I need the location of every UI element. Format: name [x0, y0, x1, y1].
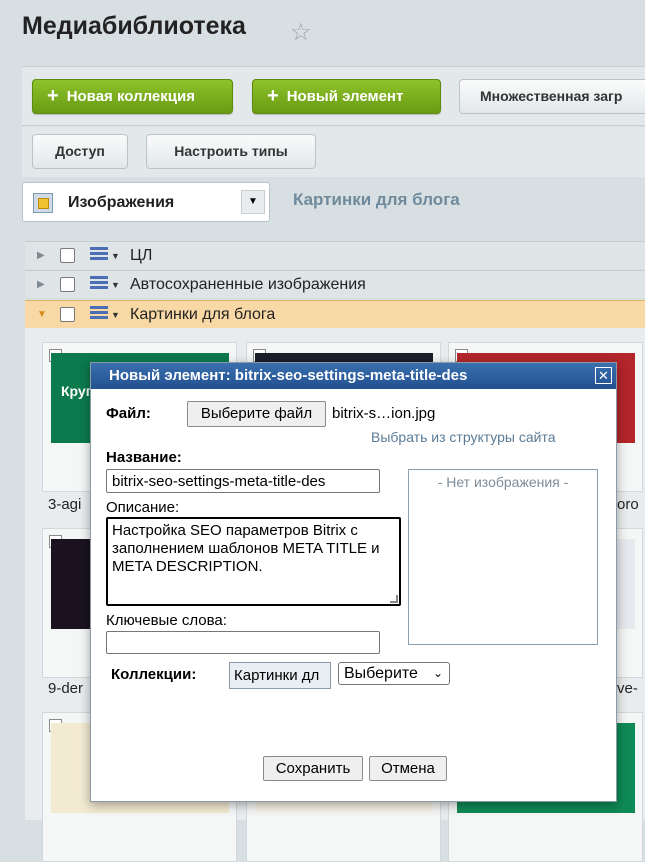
row-checkbox[interactable]: [60, 307, 75, 322]
menu-icon[interactable]: [90, 306, 108, 323]
collection-select[interactable]: Выберите ⌄: [338, 662, 450, 685]
collections-label: Коллекции:: [111, 666, 197, 683]
menu-arrow-icon: ▼: [111, 280, 120, 290]
expand-arrow-icon[interactable]: ▶: [37, 242, 45, 270]
menu-arrow-icon: ▼: [111, 251, 120, 261]
tile-name: oro: [617, 496, 639, 513]
tree-item[interactable]: ▶ ▼ ЦЛ: [25, 241, 645, 269]
file-name: bitrix-s…ion.jpg: [332, 405, 436, 422]
page-title: Медиабиблиотека: [22, 12, 246, 40]
collection-tag[interactable]: Картинки дл: [229, 662, 331, 689]
row-checkbox[interactable]: [60, 277, 75, 292]
menu-icon[interactable]: [90, 247, 108, 264]
configure-types-button[interactable]: Настроить типы: [146, 134, 316, 169]
tile-name: ve-: [617, 680, 638, 697]
close-icon[interactable]: ✕: [595, 367, 612, 384]
expand-arrow-icon[interactable]: ▶: [37, 271, 45, 299]
collection-heading: Картинки для блога: [293, 190, 460, 209]
star-icon[interactable]: ☆: [290, 18, 312, 47]
tile-name: 9-der: [48, 680, 84, 697]
image-preview: - Нет изображения -: [408, 469, 598, 645]
access-button[interactable]: Доступ: [32, 134, 128, 169]
tree-item[interactable]: ▶ ▼ Автосохраненные изображения: [25, 270, 645, 298]
images-icon: [33, 193, 53, 213]
dialog-title: Новый элемент: bitrix-seo-settings-meta-…: [109, 367, 468, 384]
save-button[interactable]: Сохранить: [263, 756, 363, 781]
description-field[interactable]: Настройка SEO параметров Bitrix с заполн…: [106, 517, 401, 606]
plus-icon: +: [47, 85, 59, 107]
choose-from-site-link[interactable]: Выбрать из структуры сайта: [371, 429, 556, 445]
tile-name: 3-agi: [48, 496, 82, 513]
new-element-dialog: Новый элемент: bitrix-seo-settings-meta-…: [90, 362, 617, 802]
dialog-titlebar[interactable]: Новый элемент: bitrix-seo-settings-meta-…: [91, 363, 616, 389]
keywords-label: Ключевые слова:: [106, 612, 227, 629]
multi-upload-button[interactable]: Множественная загр: [459, 79, 645, 114]
description-label: Описание:: [106, 499, 180, 516]
plus-icon: +: [267, 85, 279, 107]
new-collection-button[interactable]: + Новая коллекция: [32, 79, 233, 114]
new-element-button[interactable]: + Новый элемент: [252, 79, 441, 114]
chevron-down-icon[interactable]: ▼: [241, 190, 265, 214]
chevron-down-icon: ⌄: [432, 666, 443, 680]
type-selector[interactable]: Изображения ▼: [22, 182, 270, 222]
collapse-arrow-icon[interactable]: ▼: [37, 301, 47, 329]
cancel-button[interactable]: Отмена: [369, 756, 447, 781]
resize-handle-icon[interactable]: [390, 595, 398, 603]
tree-item-selected[interactable]: ▼ ▼ Картинки для блога: [25, 300, 645, 328]
file-label: Файл:: [106, 405, 151, 422]
keywords-field[interactable]: [106, 631, 380, 654]
row-checkbox[interactable]: [60, 248, 75, 263]
name-label: Название:: [106, 449, 182, 466]
menu-arrow-icon: ▼: [111, 310, 120, 320]
name-field[interactable]: bitrix-seo-settings-meta-title-des: [106, 469, 380, 493]
choose-file-button[interactable]: Выберите файл: [187, 401, 326, 427]
menu-icon[interactable]: [90, 276, 108, 293]
